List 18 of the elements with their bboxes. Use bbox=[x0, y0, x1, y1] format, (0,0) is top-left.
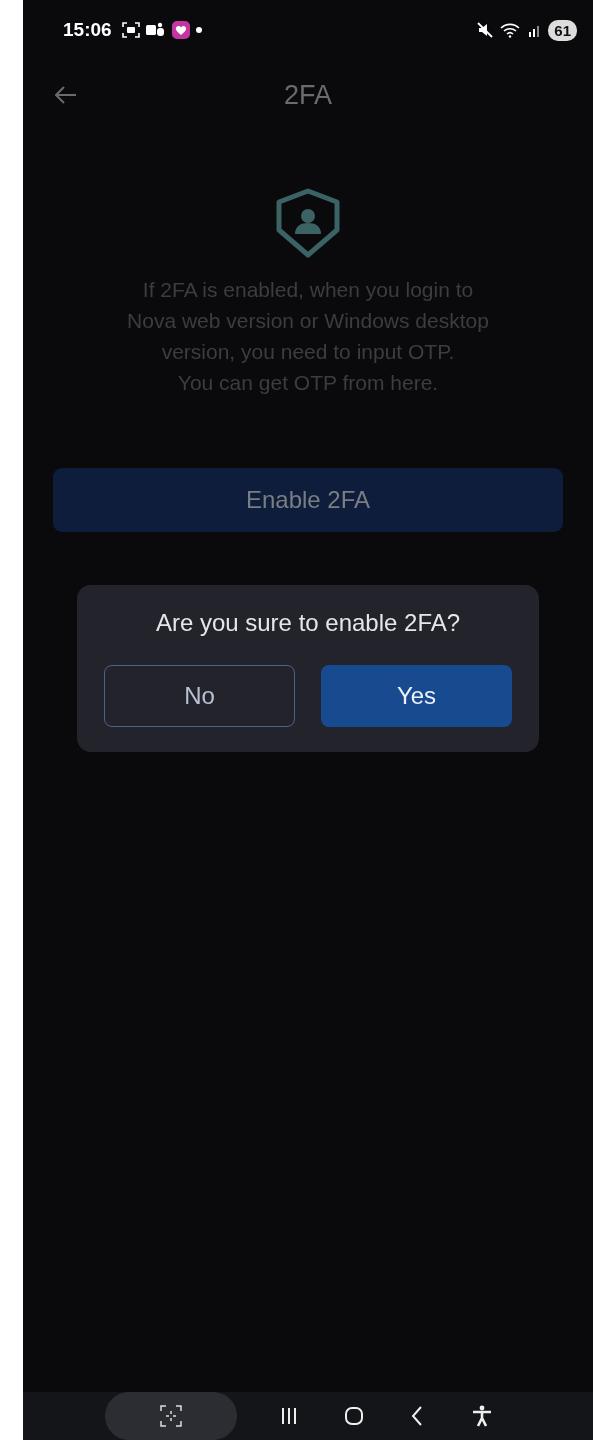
home-button[interactable] bbox=[343, 1405, 365, 1427]
back-arrow-icon bbox=[55, 86, 77, 104]
cancel-button[interactable]: No bbox=[104, 665, 295, 727]
confirm-button[interactable]: Yes bbox=[321, 665, 512, 727]
focus-frame-icon bbox=[160, 1405, 182, 1427]
dialog-message: Are you sure to enable 2FA? bbox=[155, 609, 461, 637]
enable-2fa-button[interactable]: Enable 2FA bbox=[53, 468, 563, 532]
accessibility-icon bbox=[471, 1405, 493, 1427]
shield-user-icon bbox=[275, 188, 341, 258]
screenshot-icon bbox=[121, 22, 140, 38]
heart-app-icon bbox=[171, 21, 190, 39]
mute-icon bbox=[476, 22, 495, 38]
home-icon bbox=[343, 1405, 365, 1427]
accessibility-button[interactable] bbox=[471, 1405, 493, 1427]
battery-level: 61 bbox=[548, 19, 577, 41]
screen-title: 2FA bbox=[284, 79, 332, 111]
status-time: 15:06 bbox=[63, 19, 112, 41]
dot-icon bbox=[195, 27, 202, 33]
